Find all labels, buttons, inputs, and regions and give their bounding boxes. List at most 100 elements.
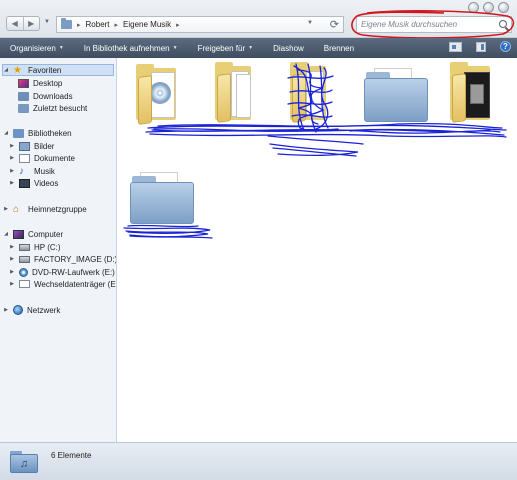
sidebar-item-label: Wechseldatenträger (E:) bbox=[34, 279, 117, 289]
sidebar-item-dvd-drive[interactable]: ▶ DVD-RW-Laufwerk (E:) A bbox=[9, 266, 117, 278]
documents-icon bbox=[19, 153, 30, 163]
share-with-label: Freigeben für bbox=[197, 43, 246, 53]
maximize-button[interactable] bbox=[483, 2, 494, 13]
include-in-library-menu[interactable]: In Bibliothek aufnehmen ▼ bbox=[74, 44, 188, 53]
computer-icon bbox=[13, 229, 24, 239]
folder-icon bbox=[61, 18, 72, 29]
sidebar-item-label: Musik bbox=[34, 166, 55, 176]
breadcrumb-robert[interactable]: Robert bbox=[86, 20, 110, 29]
collapse-arrow-icon[interactable]: ▶ bbox=[9, 143, 15, 149]
sidebar-item-label: Netzwerk bbox=[27, 305, 61, 315]
folder-dark-media[interactable] bbox=[448, 62, 492, 124]
expand-arrow-icon[interactable]: ◢ bbox=[3, 130, 9, 136]
forward-button[interactable]: ▶ bbox=[22, 17, 40, 30]
change-view-icon[interactable] bbox=[449, 41, 462, 52]
desktop-icon bbox=[18, 78, 29, 88]
breadcrumb-separator-icon: ▸ bbox=[176, 21, 180, 29]
music-folder-icon: ♫ bbox=[10, 451, 38, 473]
sidebar-item-favorites[interactable]: ◢ ★ Favoriten bbox=[2, 64, 114, 76]
slideshow-button[interactable]: Diashow bbox=[263, 44, 314, 53]
sidebar-item-removable-drive[interactable]: ▶ Wechseldatenträger (E:) bbox=[9, 278, 117, 290]
sidebar-item-desktop[interactable]: Desktop bbox=[18, 77, 62, 89]
title-bar: ◀ ▶ ▼ ▸ Robert ▸ Eigene Musik ▸ ▼ ⟳ bbox=[0, 0, 517, 38]
search-icon[interactable] bbox=[499, 20, 507, 28]
preview-pane-icon[interactable] bbox=[476, 41, 486, 52]
videos-icon bbox=[19, 178, 30, 188]
minimize-button[interactable] bbox=[468, 2, 479, 13]
folder-front bbox=[130, 182, 194, 224]
folder-front bbox=[364, 78, 428, 122]
sidebar-item-label: FACTORY_IMAGE (D:) bbox=[34, 254, 117, 264]
breadcrumb-separator-icon: ▸ bbox=[77, 21, 81, 29]
folder-documents[interactable] bbox=[213, 62, 253, 124]
recent-places-icon bbox=[18, 103, 29, 113]
removable-drive-icon bbox=[19, 280, 30, 288]
sidebar-item-videos[interactable]: ▶ Videos bbox=[9, 177, 58, 189]
sidebar-item-label: HP (C:) bbox=[34, 242, 61, 252]
collapse-arrow-icon[interactable]: ▶ bbox=[9, 180, 15, 186]
collapse-arrow-icon[interactable]: ▶ bbox=[9, 155, 15, 161]
sidebar-item-computer[interactable]: ◢ Computer bbox=[3, 228, 63, 240]
share-with-menu[interactable]: Freigeben für ▼ bbox=[188, 44, 264, 53]
burn-label: Brennen bbox=[323, 43, 355, 53]
sidebar-item-documents[interactable]: ▶ Dokumente bbox=[9, 152, 75, 164]
music-note-icon: ♪ bbox=[19, 165, 24, 177]
library-icon bbox=[13, 128, 24, 138]
expand-arrow-icon[interactable]: ◢ bbox=[3, 67, 9, 73]
slideshow-label: Diashow bbox=[273, 43, 304, 53]
star-icon: ★ bbox=[13, 64, 22, 76]
search-box[interactable] bbox=[356, 16, 512, 33]
sidebar-item-drive-d[interactable]: ▶ FACTORY_IMAGE (D:) bbox=[9, 253, 117, 265]
collapse-arrow-icon[interactable]: ▶ bbox=[3, 307, 9, 313]
collapse-arrow-icon[interactable]: ▶ bbox=[9, 168, 15, 174]
sidebar-item-libraries[interactable]: ◢ Bibliotheken bbox=[3, 127, 72, 139]
sidebar-item-label: Desktop bbox=[33, 78, 63, 88]
command-bar: Organisieren ▼ In Bibliothek aufnehmen ▼ F… bbox=[0, 38, 517, 58]
folder-scribbled[interactable] bbox=[288, 62, 328, 124]
music-note-icon: ♫ bbox=[10, 454, 38, 473]
search-input[interactable] bbox=[361, 20, 497, 29]
sidebar-item-label: Heimnetzgruppe bbox=[28, 204, 87, 214]
dvd-drive-icon bbox=[19, 267, 28, 277]
paper-sheet bbox=[306, 71, 324, 117]
close-button[interactable] bbox=[498, 2, 509, 13]
expand-arrow-icon[interactable]: ◢ bbox=[3, 231, 9, 237]
sidebar-item-music[interactable]: ▶ ♪ Musik bbox=[9, 165, 55, 177]
collapse-arrow-icon[interactable]: ▶ bbox=[9, 281, 15, 287]
hard-drive-icon bbox=[19, 255, 30, 263]
organize-label: Organisieren bbox=[10, 43, 56, 53]
address-dropdown-icon[interactable]: ▼ bbox=[307, 20, 313, 26]
network-icon bbox=[13, 305, 23, 315]
sidebar-item-label: DVD-RW-Laufwerk (E:) A bbox=[32, 267, 117, 277]
paper-sheet bbox=[236, 74, 251, 118]
back-button[interactable]: ◀ bbox=[7, 17, 23, 30]
include-in-library-label: In Bibliothek aufnehmen bbox=[83, 43, 170, 53]
collapse-arrow-icon[interactable]: ▶ bbox=[3, 206, 9, 212]
collapse-arrow-icon[interactable]: ▶ bbox=[9, 244, 15, 250]
navigation-buttons: ◀ ▶ bbox=[6, 16, 40, 31]
burn-button[interactable]: Brennen bbox=[314, 44, 364, 53]
sidebar-item-drive-c[interactable]: ▶ HP (C:) bbox=[9, 241, 61, 253]
sidebar-item-downloads[interactable]: Downloads bbox=[18, 90, 73, 102]
address-bar[interactable]: ▸ Robert ▸ Eigene Musik ▸ ▼ ⟳ bbox=[56, 16, 344, 33]
sidebar-item-homegroup[interactable]: ▶ ⌂ Heimnetzgruppe bbox=[3, 203, 87, 215]
organize-menu[interactable]: Organisieren ▼ bbox=[0, 44, 74, 53]
folder-front bbox=[217, 73, 231, 123]
window-controls bbox=[468, 2, 509, 13]
recent-pages-dropdown[interactable]: ▼ bbox=[44, 19, 50, 25]
collapse-arrow-icon[interactable]: ▶ bbox=[9, 269, 15, 275]
folder-plain-blue-2[interactable] bbox=[130, 172, 194, 224]
collapse-arrow-icon[interactable]: ▶ bbox=[9, 256, 15, 262]
breadcrumb-eigene-musik[interactable]: Eigene Musik bbox=[123, 20, 171, 29]
refresh-icon[interactable]: ⟳ bbox=[330, 18, 339, 31]
sidebar-item-label: Computer bbox=[28, 229, 64, 239]
sidebar-item-pictures[interactable]: ▶ Bilder bbox=[9, 140, 54, 152]
arrow-right-icon: ▶ bbox=[28, 19, 35, 28]
details-pane: ♫ 6 Elemente bbox=[0, 442, 517, 480]
folder-music-cd[interactable] bbox=[134, 64, 178, 125]
sidebar-item-network[interactable]: ▶ Netzwerk bbox=[3, 304, 60, 316]
pictures-icon bbox=[19, 141, 30, 151]
help-icon[interactable]: ? bbox=[500, 41, 511, 52]
folder-plain-blue[interactable] bbox=[364, 68, 428, 122]
sidebar-item-recent-places[interactable]: Zuletzt besucht bbox=[18, 102, 87, 114]
